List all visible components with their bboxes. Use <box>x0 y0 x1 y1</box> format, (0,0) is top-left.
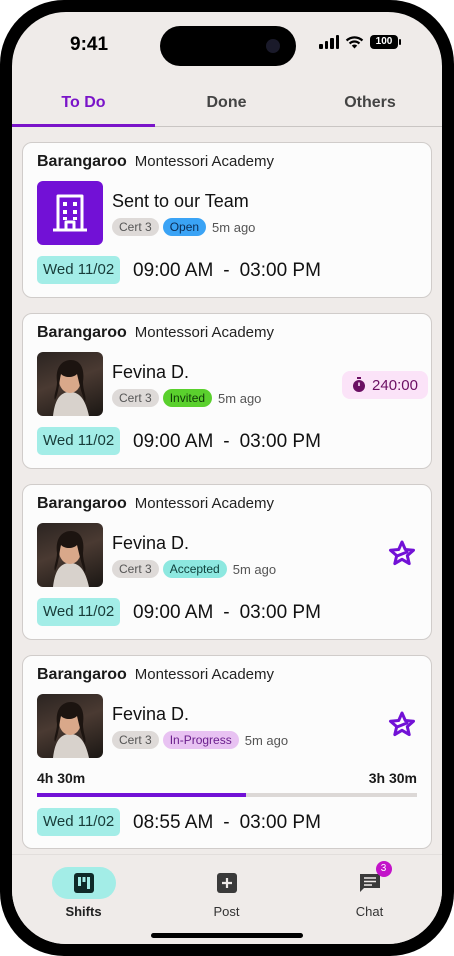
nav-post-icon-wrap <box>195 867 259 899</box>
building-icon <box>37 181 103 245</box>
start-time: 09:00 AM <box>133 260 214 281</box>
shift-date: Wed 11/02 <box>37 808 121 836</box>
status-badge: In-Progress <box>162 731 239 749</box>
organization-name: Barangaroo <box>37 153 127 170</box>
school-name: Montessori Academy <box>134 153 275 170</box>
cert-badge: Cert 3 <box>112 731 159 749</box>
start-time: 08:55 AM <box>133 812 214 833</box>
camera-icon <box>266 39 280 53</box>
avatar <box>37 352 103 416</box>
star-badge-icon[interactable] <box>387 539 417 569</box>
chat-unread-badge: 3 <box>375 861 392 877</box>
cert-badge: Cert 3 <box>112 218 159 236</box>
shift-date: Wed 11/02 <box>37 256 121 284</box>
end-time: 03:00 PM <box>239 602 321 623</box>
cert-badge: Cert 3 <box>112 560 159 578</box>
shift-location: Barangaroo Montessori Academy <box>37 495 274 513</box>
time-separator: - <box>223 812 230 833</box>
bottom-navigation: Shifts Post 3 Chat <box>12 854 442 944</box>
organization-name: Barangaroo <box>37 495 127 512</box>
school-name: Montessori Academy <box>134 324 275 341</box>
time-separator: - <box>223 602 230 623</box>
end-time: 03:00 PM <box>239 431 321 452</box>
time-separator: - <box>223 431 230 452</box>
stopwatch-icon <box>353 377 366 392</box>
shift-progress-bar <box>37 793 417 797</box>
plus-square-icon <box>216 873 237 893</box>
assignee-name: Fevina D. <box>112 533 190 553</box>
posted-time: 5m ago <box>218 390 262 406</box>
tab-done[interactable]: Done <box>155 90 298 127</box>
countdown-timer: 240:00 <box>342 371 428 399</box>
status-icons: 100 <box>319 35 401 49</box>
shift-card[interactable]: Barangaroo Montessori Academy Fevina D. C… <box>22 313 432 469</box>
nav-chat[interactable]: 3 Chat <box>298 855 441 925</box>
star-badge-icon[interactable] <box>387 710 417 740</box>
end-time: 03:00 PM <box>239 812 321 833</box>
remaining-time: 3h 30m <box>368 770 417 786</box>
status-badge: Accepted <box>162 560 227 578</box>
status-time: 9:41 <box>70 34 109 55</box>
shift-card[interactable]: Barangaroo Montessori Academy Fevina D. C… <box>22 655 432 849</box>
posted-time: 5m ago <box>244 732 289 748</box>
nav-chat-label: Chat <box>355 904 384 919</box>
status-bar: 9:41 100 <box>12 12 442 72</box>
start-time: 09:00 AM <box>133 431 214 452</box>
posted-time: 5m ago <box>232 561 277 577</box>
shift-date: Wed 11/02 <box>37 427 121 455</box>
wifi-icon <box>345 36 364 49</box>
nav-chat-icon-wrap: 3 <box>338 861 402 899</box>
app-screen: 9:41 100 To Do Done Others Barangaroo Mo… <box>12 12 442 944</box>
phone-frame: 9:41 100 To Do Done Others Barangaroo Mo… <box>0 0 454 956</box>
tab-to-do[interactable]: To Do <box>12 90 155 127</box>
shift-location: Barangaroo Montessori Academy <box>37 666 274 684</box>
organization-name: Barangaroo <box>37 666 127 683</box>
shift-meta: Cert 3 Open 5m ago <box>112 218 255 236</box>
shift-times: 08:55 AM -03:00 PM <box>133 812 321 834</box>
assignee-name: Fevina D. <box>112 704 190 724</box>
shift-meta: Cert 3 In-Progress 5m ago <box>112 731 288 749</box>
avatar <box>37 523 103 587</box>
tab-others[interactable]: Others <box>298 90 442 127</box>
avatar <box>37 694 103 758</box>
shift-times: 09:00 AM -03:00 PM <box>133 260 321 282</box>
nav-post-label: Post <box>213 904 240 919</box>
dynamic-island <box>160 26 296 66</box>
shift-date: Wed 11/02 <box>37 598 121 626</box>
home-indicator[interactable] <box>151 933 303 938</box>
shift-card[interactable]: Barangaroo Montessori Academy Sent to our… <box>22 142 432 298</box>
posted-time: 5m ago <box>212 219 256 235</box>
time-separator: - <box>223 260 230 281</box>
shift-location: Barangaroo Montessori Academy <box>37 153 274 171</box>
organization-name: Barangaroo <box>37 324 127 341</box>
elapsed-time: 4h 30m <box>37 770 86 786</box>
shifts-board-icon <box>73 873 94 893</box>
assignee-name: Sent to our Team <box>112 191 249 211</box>
start-time: 09:00 AM <box>133 602 214 623</box>
battery-icon: 100 <box>370 35 401 49</box>
school-name: Montessori Academy <box>134 495 275 512</box>
shift-meta: Cert 3 Invited 5m ago <box>112 389 261 407</box>
nav-shifts[interactable]: Shifts <box>12 855 155 925</box>
shift-times: 09:00 AM -03:00 PM <box>133 602 321 624</box>
school-name: Montessori Academy <box>134 666 275 683</box>
shift-progress-fill <box>37 793 246 797</box>
timer-value: 240:00 <box>372 376 418 394</box>
cellular-signal-icon <box>319 35 339 49</box>
nav-shifts-icon-wrap <box>51 867 116 899</box>
shift-times: 09:00 AM -03:00 PM <box>133 431 321 453</box>
status-badge: Invited <box>162 389 213 407</box>
cert-badge: Cert 3 <box>112 389 159 407</box>
nav-shifts-label: Shifts <box>65 904 102 919</box>
status-badge: Open <box>162 218 207 236</box>
shift-meta: Cert 3 Accepted 5m ago <box>112 560 276 578</box>
shift-card[interactable]: Barangaroo Montessori Academy Fevina D. C… <box>22 484 432 640</box>
assignee-name: Fevina D. <box>112 362 190 382</box>
progress-labels: 4h 30m 3h 30m <box>37 770 417 786</box>
end-time: 03:00 PM <box>239 260 321 281</box>
nav-post[interactable]: Post <box>155 855 298 925</box>
shift-tabs: To Do Done Others <box>12 90 442 127</box>
shift-location: Barangaroo Montessori Academy <box>37 324 274 342</box>
